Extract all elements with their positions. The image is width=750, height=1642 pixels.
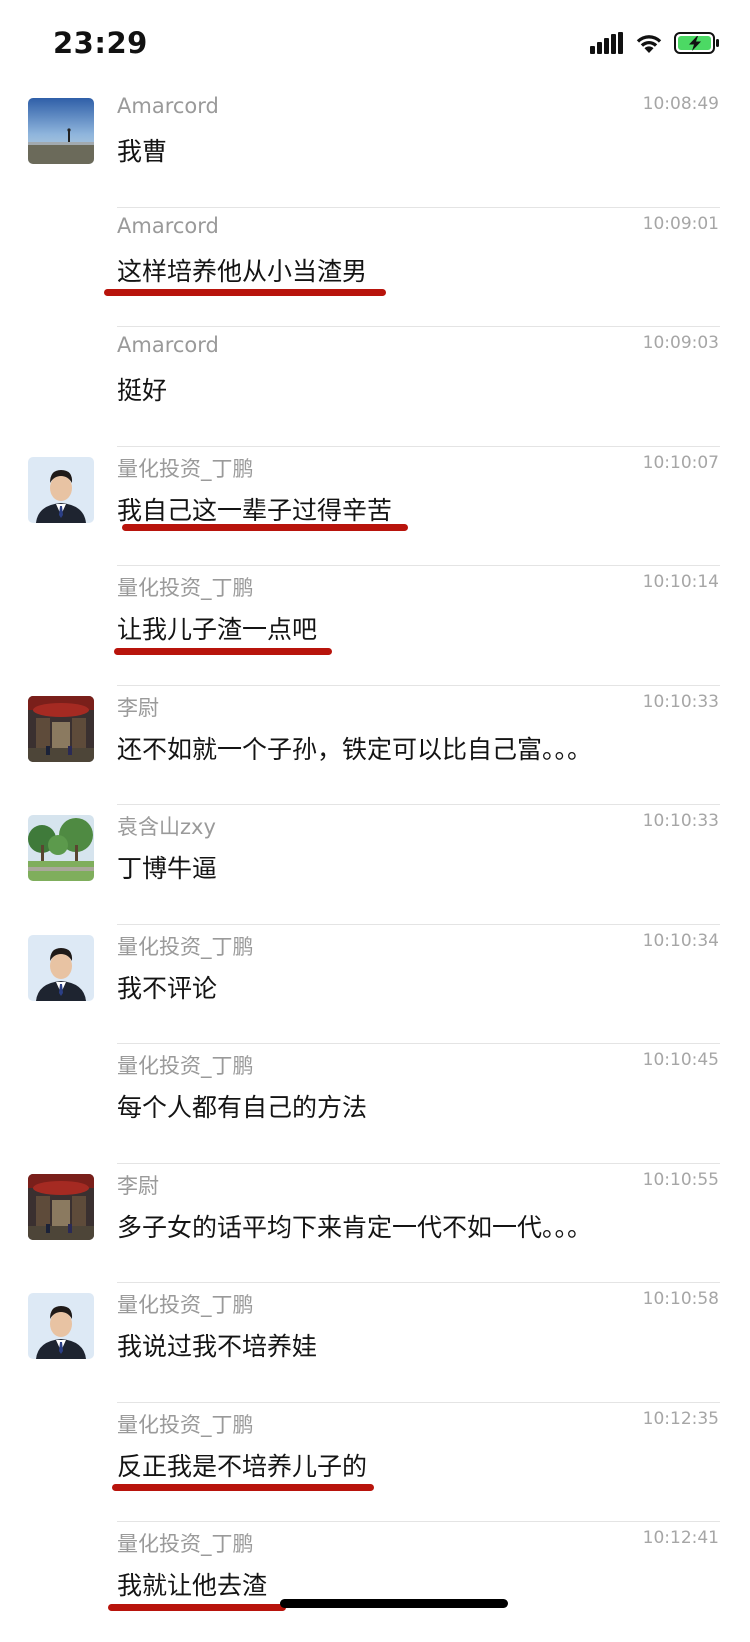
sender-name: 量化投资_丁鹏 xyxy=(117,1532,254,1556)
home-indicator[interactable] xyxy=(280,1599,508,1608)
sender-name: Amarcord xyxy=(117,94,219,118)
sender-name: 量化投资_丁鹏 xyxy=(117,576,254,600)
message-text: 我就让他去渣 xyxy=(117,1571,268,1600)
sender-name: 袁含山zxy xyxy=(117,815,216,839)
chat-message-list[interactable]: Amarcord 10:08:49 我曹 Amarcord 10:09:01 这… xyxy=(0,88,750,1642)
avatar[interactable] xyxy=(28,456,94,523)
message-text: 这样培养他从小当渣男 xyxy=(117,256,368,286)
chat-message[interactable]: 量化投资_丁鹏 10:12:41 我就让他去渣 xyxy=(0,1522,750,1642)
message-text: 我不评论 xyxy=(117,973,218,1003)
avatar[interactable] xyxy=(28,98,94,164)
sender-name: 李尉 xyxy=(117,1173,159,1198)
message-time: 10:09:01 xyxy=(642,213,719,234)
chat-message[interactable]: 袁含山zxy 10:10:33 丁博牛逼 xyxy=(0,805,750,925)
message-time: 10:12:35 xyxy=(642,1408,719,1429)
chat-message[interactable]: Amarcord 10:09:01 这样培养他从小当渣男 xyxy=(0,208,750,327)
message-text: 我说过我不培养娃 xyxy=(117,1332,318,1361)
message-time: 10:10:34 xyxy=(642,930,719,951)
message-time: 10:12:41 xyxy=(642,1528,719,1548)
message-text: 每个人都有自己的方法 xyxy=(117,1093,368,1122)
chat-message[interactable]: 量化投资_丁鹏 10:10:07 我自己这一辈子过得辛苦 xyxy=(0,447,750,566)
sender-name: Amarcord xyxy=(117,333,219,357)
avatar[interactable] xyxy=(28,1293,94,1359)
message-time: 10:10:55 xyxy=(642,1169,719,1190)
message-text: 还不如就一个子孙，铁定可以比自己富。。。 xyxy=(117,734,593,764)
battery-charging-icon xyxy=(674,31,720,59)
message-text: 丁博牛逼 xyxy=(117,854,218,883)
red-underline-annotation xyxy=(108,1604,286,1611)
sender-name: 量化投资_丁鹏 xyxy=(117,1054,254,1078)
message-time: 10:10:07 xyxy=(642,452,719,473)
sender-name: 量化投资_丁鹏 xyxy=(117,456,254,481)
avatar[interactable] xyxy=(28,934,94,1001)
message-time: 10:10:33 xyxy=(642,811,719,831)
status-time: 23:29 xyxy=(53,26,148,60)
chat-message[interactable]: Amarcord 10:09:03 挺好 xyxy=(0,327,750,447)
message-text: 我曹 xyxy=(117,137,168,166)
sender-name: 量化投资_丁鹏 xyxy=(117,934,254,959)
chat-message[interactable]: 量化投资_丁鹏 10:10:14 让我儿子渣一点吧 xyxy=(0,566,750,686)
avatar[interactable] xyxy=(28,1173,94,1240)
status-icons xyxy=(590,30,720,60)
chat-message[interactable]: 李尉 10:10:55 多子女的话平均下来肯定一代不如一代。。。 xyxy=(0,1164,750,1283)
message-time: 10:10:58 xyxy=(642,1289,719,1309)
sender-name: Amarcord xyxy=(117,213,219,238)
red-underline-annotation xyxy=(112,1483,374,1491)
sender-name: 量化投资_丁鹏 xyxy=(117,1293,254,1317)
chat-message[interactable]: 量化投资_丁鹏 10:10:34 我不评论 xyxy=(0,925,750,1044)
chat-message[interactable]: 量化投资_丁鹏 10:12:35 反正我是不培养儿子的 xyxy=(0,1403,750,1522)
red-underline-annotation xyxy=(104,288,386,296)
message-text: 挺好 xyxy=(117,376,168,405)
message-time: 10:08:49 xyxy=(642,94,719,114)
message-time: 10:10:14 xyxy=(642,572,719,592)
message-time: 10:10:45 xyxy=(642,1050,719,1070)
chat-message[interactable]: 量化投资_丁鹏 10:10:58 我说过我不培养娃 xyxy=(0,1283,750,1403)
avatar[interactable] xyxy=(28,695,94,762)
message-time: 10:10:33 xyxy=(642,691,719,712)
message-text: 我自己这一辈子过得辛苦 xyxy=(117,495,393,525)
message-text: 反正我是不培养儿子的 xyxy=(117,1451,368,1481)
message-text: 多子女的话平均下来肯定一代不如一代。。。 xyxy=(117,1212,593,1242)
sender-name: 李尉 xyxy=(117,695,159,720)
message-text: 让我儿子渣一点吧 xyxy=(117,615,318,644)
status-bar: 23:29 xyxy=(0,0,750,88)
wifi-icon xyxy=(634,32,664,58)
sender-name: 量化投资_丁鹏 xyxy=(117,1412,254,1437)
chat-message[interactable]: 李尉 10:10:33 还不如就一个子孙，铁定可以比自己富。。。 xyxy=(0,686,750,805)
red-underline-annotation xyxy=(114,648,332,655)
cellular-signal-icon xyxy=(590,32,624,58)
chat-message[interactable]: 量化投资_丁鹏 10:10:45 每个人都有自己的方法 xyxy=(0,1044,750,1164)
message-time: 10:09:03 xyxy=(642,333,719,353)
avatar[interactable] xyxy=(28,815,94,881)
red-underline-annotation xyxy=(122,523,408,531)
chat-message[interactable]: Amarcord 10:08:49 我曹 xyxy=(0,88,750,208)
